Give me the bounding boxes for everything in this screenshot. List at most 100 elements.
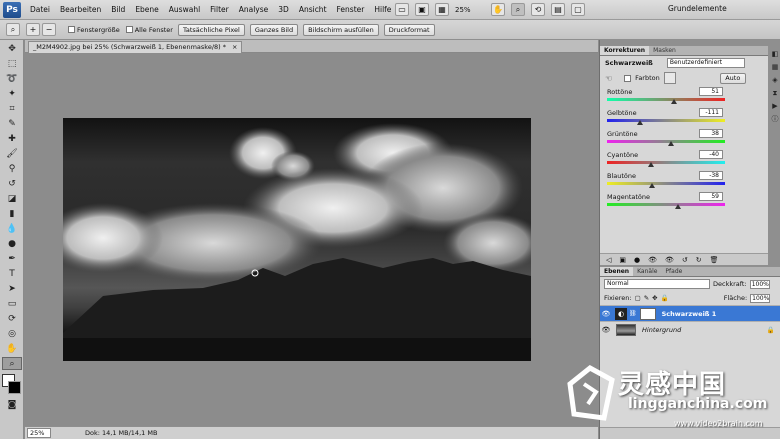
info-panel-icon[interactable]: ⓘ: [770, 114, 780, 124]
refresh-icon[interactable]: ↻: [696, 256, 702, 264]
arrange-documents-icon[interactable]: ▤: [551, 3, 565, 16]
dodge-tool-icon[interactable]: ●: [2, 237, 22, 250]
slider-track[interactable]: [607, 98, 725, 101]
pen-tool-icon[interactable]: ✒: [2, 252, 22, 265]
preset-select[interactable]: Benutzerdefiniert: [666, 58, 745, 68]
slider-thumb[interactable]: [674, 204, 681, 209]
tab-layers[interactable]: Ebenen: [600, 267, 634, 276]
back-icon[interactable]: ◁: [606, 256, 611, 264]
menu-3[interactable]: Ebene: [130, 5, 163, 14]
menu-0[interactable]: Datei: [25, 5, 55, 14]
shape-tool-icon[interactable]: ▭: [2, 297, 22, 310]
tint-checkbox[interactable]: [624, 74, 632, 82]
lock-position-icon[interactable]: ✥: [652, 294, 657, 302]
grid-icon[interactable]: ▦: [435, 3, 449, 16]
slider-thumb[interactable]: [647, 162, 654, 167]
layer-row[interactable]: 👁 Hintergrund 🔒: [600, 321, 780, 337]
visibility-eye-icon[interactable]: 👁: [600, 310, 612, 318]
slider-track[interactable]: [607, 161, 725, 164]
tab-paths[interactable]: Pfade: [661, 267, 686, 276]
type-tool-icon[interactable]: T: [2, 267, 22, 280]
targeted-adjustment-icon[interactable]: ☜: [605, 74, 612, 83]
fill-field[interactable]: 100%: [750, 293, 771, 303]
rotate-view-icon[interactable]: ⟲: [531, 3, 545, 16]
actual-pixels-button[interactable]: Tatsächliche Pixel: [177, 23, 245, 36]
brush-tool-icon[interactable]: 🖌: [2, 147, 22, 160]
magic-wand-icon[interactable]: ✦: [2, 87, 22, 100]
reset-icon[interactable]: ↺: [682, 256, 688, 264]
menu-8[interactable]: Ansicht: [294, 5, 332, 14]
auto-button[interactable]: Auto: [719, 72, 746, 84]
menu-7[interactable]: 3D: [273, 5, 294, 14]
path-selection-icon[interactable]: ➤: [2, 282, 22, 295]
close-icon[interactable]: ×: [232, 43, 237, 52]
zoom-in-icon[interactable]: +: [26, 23, 40, 36]
lock-brush-icon[interactable]: ✎: [644, 294, 649, 302]
menu-1[interactable]: Bearbeiten: [55, 5, 106, 14]
resize-window-checkbox[interactable]: Fenstergröße: [68, 26, 120, 34]
visibility-eye-icon[interactable]: 👁: [600, 326, 612, 334]
fit-screen-button[interactable]: Ganzes Bild: [249, 23, 299, 36]
slider-value-field[interactable]: 38: [699, 129, 723, 138]
3d-orbit-icon[interactable]: ◎: [2, 327, 22, 340]
marquee-tool-icon[interactable]: ⬚: [2, 57, 22, 70]
slider-value-field[interactable]: -40: [699, 150, 723, 159]
slider-thumb[interactable]: [648, 183, 655, 188]
tab-adjustments[interactable]: Korrekturen: [600, 46, 650, 55]
status-zoom-field[interactable]: 25%: [27, 428, 51, 438]
workspace-switcher[interactable]: Grundelemente: [668, 4, 727, 13]
tint-color-swatch[interactable]: [663, 72, 676, 84]
zoom-level-select[interactable]: 25%: [455, 6, 485, 14]
zoom-tool-icon[interactable]: ⌕: [2, 357, 22, 370]
chain-icon[interactable]: ⛓: [629, 310, 637, 317]
menu-5[interactable]: Filter: [205, 5, 234, 14]
styles-panel-icon[interactable]: ◈: [770, 75, 780, 85]
menu-2[interactable]: Bild: [106, 5, 130, 14]
color-panel-icon[interactable]: ◧: [770, 49, 780, 59]
swatches-panel-icon[interactable]: ▦: [770, 62, 780, 72]
screen-mode-icon[interactable]: ▢: [571, 3, 585, 16]
slider-track[interactable]: [607, 140, 725, 143]
background-color-swatch[interactable]: [8, 381, 21, 394]
actions-panel-icon[interactable]: ▶: [770, 101, 780, 111]
minibridge-icon[interactable]: ▣: [415, 3, 429, 16]
slider-track[interactable]: [607, 119, 725, 122]
eyedropper-icon[interactable]: ✎: [2, 117, 22, 130]
document-tab[interactable]: _M2M4902.jpg bei 25% (Schwarzweiß 1, Ebe…: [28, 41, 243, 53]
layer-row[interactable]: 👁 ◐ ⛓ Schwarzweiß 1: [600, 305, 780, 321]
move-tool-icon[interactable]: ✥: [2, 42, 22, 55]
slider-track[interactable]: [607, 182, 725, 185]
menu-9[interactable]: Fenster: [332, 5, 370, 14]
slider-value-field[interactable]: -111: [699, 108, 723, 117]
previous-state-icon[interactable]: 👁: [665, 256, 674, 264]
blend-mode-select[interactable]: Normal: [604, 279, 710, 289]
3d-rotate-icon[interactable]: ⟳: [2, 312, 22, 325]
hand-tool-icon[interactable]: ✋: [491, 3, 505, 16]
document-image[interactable]: [63, 118, 531, 361]
opacity-field[interactable]: 100%: [749, 279, 770, 289]
zoom-tool-icon[interactable]: ⌕: [511, 3, 525, 16]
layer-mask-thumbnail[interactable]: [639, 307, 656, 320]
color-swatches[interactable]: [2, 374, 22, 396]
visibility-icon[interactable]: 👁: [648, 256, 657, 264]
crop-tool-icon[interactable]: ⌗: [2, 102, 22, 115]
slider-thumb[interactable]: [637, 120, 644, 125]
bridge-icon[interactable]: ▭: [395, 3, 409, 16]
layer-thumbnail[interactable]: [616, 323, 636, 336]
lasso-tool-icon[interactable]: ➰: [2, 72, 22, 85]
delete-icon[interactable]: 🗑: [710, 256, 719, 264]
tab-channels[interactable]: Kanäle: [633, 267, 661, 276]
clone-stamp-icon[interactable]: ⚲: [2, 162, 22, 175]
gradient-tool-icon[interactable]: ▮: [2, 207, 22, 220]
slider-value-field[interactable]: 59: [699, 192, 723, 201]
clip-layer-icon[interactable]: ●: [634, 256, 640, 264]
all-windows-checkbox[interactable]: Alle Fenster: [125, 26, 173, 34]
fill-screen-button[interactable]: Bildschirm ausfüllen: [303, 23, 379, 36]
slider-track[interactable]: [607, 203, 725, 206]
history-brush-icon[interactable]: ↺: [2, 177, 22, 190]
menu-6[interactable]: Analyse: [234, 5, 274, 14]
healing-brush-icon[interactable]: ✚: [2, 132, 22, 145]
tab-masks[interactable]: Masken: [649, 46, 680, 55]
eraser-icon[interactable]: ◪: [2, 192, 22, 205]
menu-10[interactable]: Hilfe: [369, 5, 396, 14]
